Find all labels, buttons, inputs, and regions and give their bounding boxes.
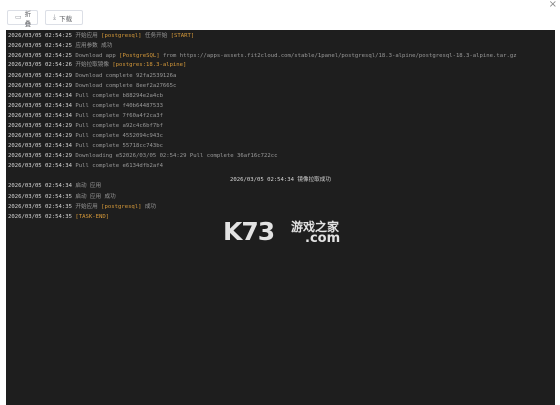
download-icon: ⤓ [53, 13, 57, 21]
log-timestamp: 2026/03/05 02:54:34 [8, 93, 72, 99]
log-message: Pull complete 55718cc743bc [75, 143, 163, 149]
log-line: 2026/03/05 02:54:26 开始拉取镜像 [postgres:18.… [8, 61, 186, 70]
log-timestamp: 2026/03/05 02:54:35 [8, 214, 72, 220]
log-highlight: [PostgreSQL] [119, 53, 160, 59]
log-timestamp: 2026/03/05 02:54:25 [8, 43, 72, 49]
log-line: 2026/03/05 02:54:25 开始应用 [postgresql] 任务… [8, 32, 194, 41]
log-highlight: [postgresql] [101, 204, 142, 210]
log-message: Pull complete b88294e2a4cb [75, 93, 163, 99]
log-message: from https://apps-assets.fit2cloud.com/s… [159, 53, 517, 59]
log-timestamp: 2026/03/05 02:54:34 [8, 143, 72, 149]
log-line: 2026/03/05 02:54:29 Pull complete a92c4c… [8, 122, 163, 131]
log-message: Download complete 92fa2539126a [75, 73, 177, 79]
log-message: 开始应用 [75, 33, 102, 39]
fold-button[interactable]: ▭ 折叠 [7, 9, 38, 28]
log-line: 2026/03/05 02:54:29 Download complete 92… [8, 72, 176, 81]
log-line: 2026/03/05 02:54:29 Downloading e52026/0… [8, 152, 277, 161]
download-button[interactable]: ⤓ 下载 [45, 10, 83, 25]
log-timestamp: 2026/03/05 02:54:34 [8, 113, 72, 119]
log-message: 成功 [141, 204, 157, 210]
log-message: 开始应用 [75, 204, 102, 210]
log-line: 2026/03/05 02:54:35 启动 应用 成功 [8, 193, 116, 202]
log-line: 2026/03/05 02:54:34 Pull complete 7f60a4… [8, 112, 163, 121]
log-message: Pull complete a92c4c6bf7bf [75, 123, 163, 129]
log-message: Pull complete f40b64487533 [75, 103, 163, 109]
log-timestamp: 2026/03/05 02:54:25 [8, 33, 72, 39]
log-line: 2026/03/05 02:54:25 应用参数 成功 [8, 42, 112, 51]
download-label: 下载 [59, 14, 73, 23]
log-timestamp: 2026/03/05 02:54:29 [8, 133, 72, 139]
log-line: 2026/03/05 02:54:34 Pull complete f40b64… [8, 102, 163, 111]
log-line: 2026/03/05 02:54:29 Download complete 8e… [8, 82, 176, 91]
fold-icon: ▭ [15, 13, 22, 21]
watermark-com: .com [305, 231, 341, 246]
close-icon[interactable]: × [549, 0, 557, 10]
log-line: 2026/03/05 02:54:34 启动 应用 [8, 182, 101, 191]
log-line: 2026/03/05 02:54:34 Pull complete 55718c… [8, 142, 163, 151]
watermark-logo: K73 游戏之家 .com [223, 215, 353, 249]
log-timestamp: 2026/03/05 02:54:34 [8, 183, 72, 189]
log-line: 2026/03/05 02:54:29 Pull complete 455209… [8, 132, 163, 141]
log-message: 开始拉取镜像 [75, 62, 113, 68]
watermark-k73: K73 [223, 217, 275, 246]
log-highlight: [START] [170, 33, 195, 39]
log-line: 2026/03/05 02:54:34 Pull complete b88294… [8, 92, 163, 101]
log-highlight: [postgres:18.3-alpine] [112, 62, 187, 68]
log-message: Download complete 8eef2a27665c [75, 83, 177, 89]
log-timestamp: 2026/03/05 02:54:34 [8, 103, 72, 109]
log-message: Download app [75, 53, 120, 59]
log-message: Pull complete e6134dfb2af4 [75, 163, 163, 169]
log-line: 2026/03/05 02:54:35 [TASK-END] [8, 213, 109, 222]
log-timestamp: 2026/03/05 02:54:29 [8, 123, 72, 129]
log-message: Downloading e52026/03/05 02:54:29 Pull c… [75, 153, 278, 159]
log-message: 应用参数 成功 [75, 43, 113, 49]
log-message: Pull complete 7f60a4f2ca3f [75, 113, 163, 119]
log-timestamp: 2026/03/05 02:54:35 [8, 194, 72, 200]
log-timestamp: 2026/03/05 02:54:34 [8, 163, 72, 169]
log-line: 2026/03/05 02:54:34 Pull complete e6134d… [8, 162, 163, 171]
log-line: 2026/03/05 02:54:35 开始应用 [postgresql] 成功 [8, 203, 156, 212]
log-highlight: [postgresql] [101, 33, 142, 39]
log-terminal[interactable]: 2026/03/05 02:54:34 镜像拉取成功 K73 游戏之家 .com… [6, 30, 555, 405]
log-timestamp: 2026/03/05 02:54:25 [8, 53, 72, 59]
log-timestamp: 2026/03/05 02:54:35 [8, 204, 72, 210]
fold-label: 折叠 [24, 9, 32, 28]
toolbar: ▭ 折叠 ⤓ 下载 × [0, 0, 560, 30]
log-highlight: [TASK-END] [75, 214, 110, 220]
log-message: 启动 应用 [75, 183, 102, 189]
log-timestamp: 2026/03/05 02:54:29 [8, 83, 72, 89]
log-timestamp: 2026/03/05 02:54:29 [8, 153, 72, 159]
log-message: Pull complete 4552094c943c [75, 133, 163, 139]
log-message: 任务开始 [141, 33, 171, 39]
log-line: 2026/03/05 02:54:25 Download app [Postgr… [8, 52, 517, 61]
log-timestamp: 2026/03/05 02:54:29 [8, 73, 72, 79]
log-timestamp: 2026/03/05 02:54:26 [8, 62, 72, 68]
log-message: 启动 应用 成功 [75, 194, 116, 200]
